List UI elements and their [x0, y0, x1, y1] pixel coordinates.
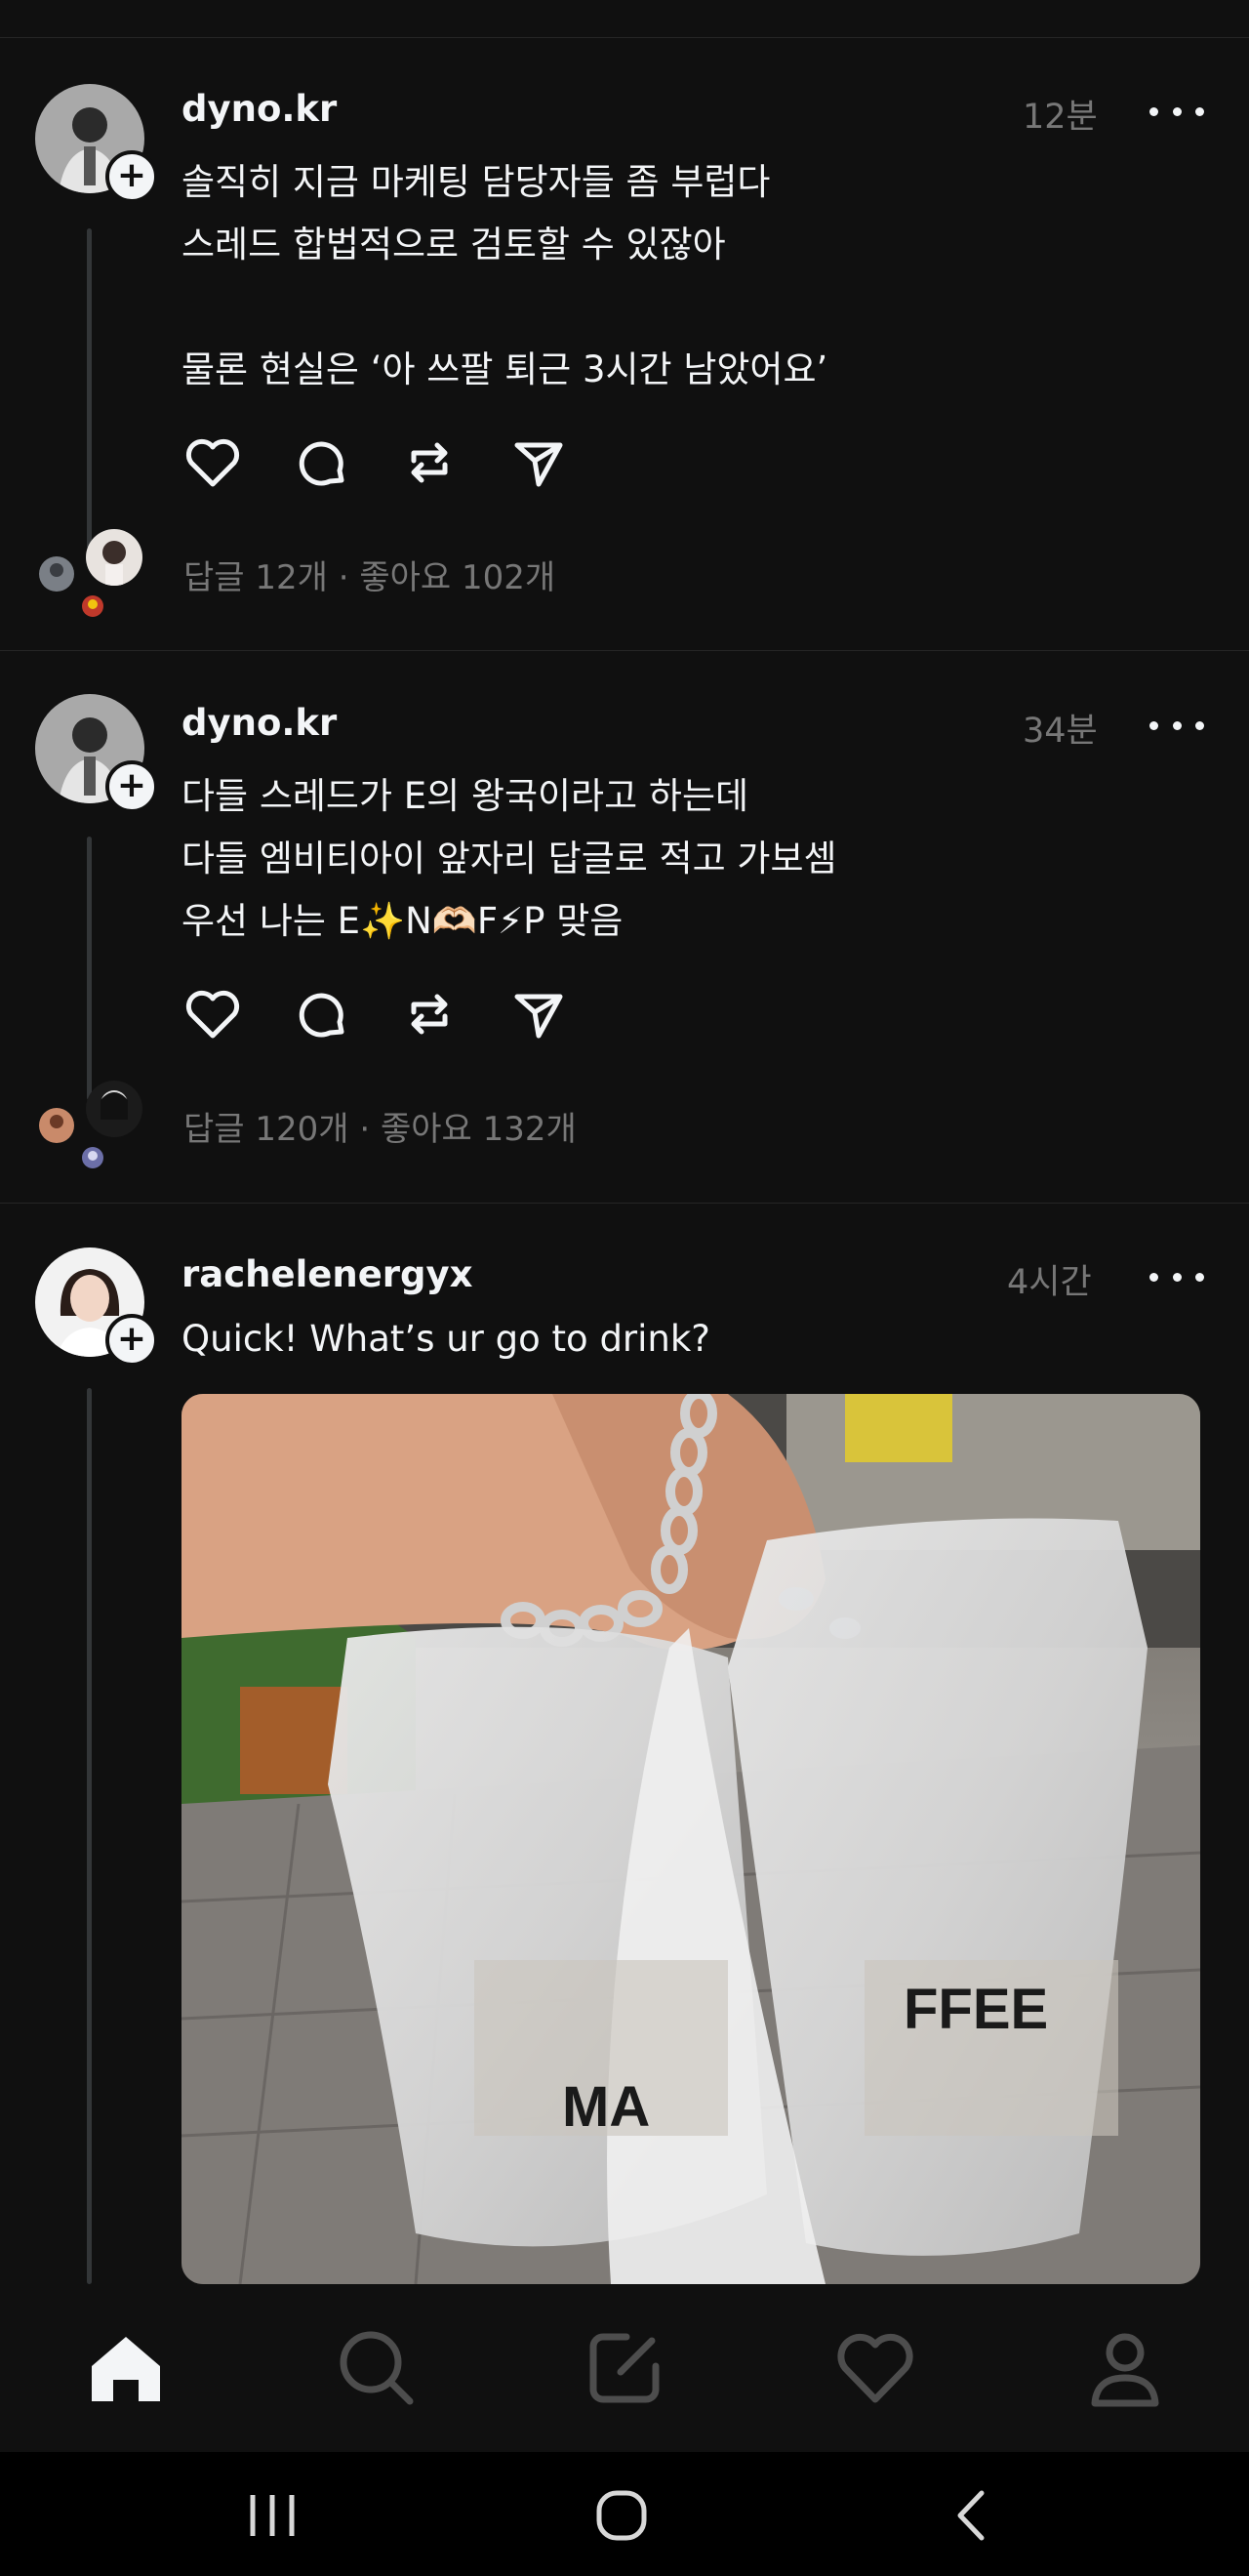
author-username[interactable]: dyno.kr [181, 88, 337, 130]
author-username[interactable]: dyno.kr [181, 702, 337, 744]
system-navigation-bar [0, 2452, 1249, 2576]
post-text-line: 물론 현실은 ‘아 쓰팔 퇴근 3시간 남았어요’ [181, 348, 828, 390]
repost-icon[interactable] [398, 431, 461, 494]
post-text-line: 우선 나는 E✨N🫶🏻F⚡P 맞음 [181, 900, 624, 942]
search-icon[interactable] [332, 2323, 420, 2411]
post-text-line: 솔직히 지금 마케팅 담당자들 좀 부럽다 [181, 161, 771, 203]
post-time: 34분 [1023, 712, 1098, 751]
replier-avatar [39, 556, 74, 592]
more-options-button[interactable] [1149, 102, 1204, 121]
post-text-line: 다들 스레드가 E의 왕국이라고 하는데 [181, 775, 749, 817]
compose-icon[interactable] [582, 2323, 669, 2411]
post-time: 4시간 [1007, 1263, 1092, 1302]
back-icon[interactable] [939, 2481, 1007, 2550]
share-icon[interactable] [507, 983, 570, 1045]
status-area [0, 0, 1249, 38]
activity-heart-icon[interactable] [831, 2323, 919, 2411]
author-username[interactable]: rachelenergyx [181, 1253, 473, 1295]
replier-avatar [86, 529, 142, 586]
home-circle-icon[interactable] [587, 2481, 656, 2550]
thread-line [87, 228, 92, 549]
thread-line [87, 837, 92, 1100]
thread-post[interactable]: + dyno.kr 12분 솔직히 지금 마케팅 담당자들 좀 부럽다 스레드 … [0, 37, 1249, 651]
cup-print-text: FFEE [904, 1978, 1048, 2041]
thread-post[interactable]: + dyno.kr 34분 다들 스레드가 E의 왕국이라고 하는데 다들 엠비… [0, 651, 1249, 1204]
heart-icon[interactable] [181, 983, 244, 1045]
replier-avatar [86, 1081, 142, 1137]
recents-icon[interactable] [238, 2481, 306, 2550]
comment-icon[interactable] [291, 431, 353, 494]
post-text-line: 스레드 합법적으로 검토할 수 있잖아 [181, 224, 726, 266]
home-icon[interactable] [82, 2323, 170, 2411]
repost-icon[interactable] [398, 983, 461, 1045]
bottom-navigation [0, 2284, 1249, 2452]
replier-avatar [39, 1108, 74, 1143]
post-text-line: Quick! What’s ur go to drink? [181, 1318, 710, 1360]
follow-plus-icon[interactable]: + [105, 760, 158, 813]
post-text-line: 다들 엠비티아이 앞자리 답글로 적고 가보셈 [181, 838, 837, 879]
author-avatar[interactable]: + [35, 84, 158, 203]
post-image[interactable]: MA FFEE [181, 1394, 1200, 2284]
follow-plus-icon[interactable]: + [105, 1314, 158, 1367]
author-avatar[interactable]: + [35, 694, 158, 813]
author-avatar[interactable]: + [35, 1247, 158, 1367]
follow-plus-icon[interactable]: + [105, 150, 158, 203]
more-options-button[interactable] [1149, 716, 1204, 735]
cup-print-text: MA [562, 2075, 650, 2139]
comment-icon[interactable] [291, 983, 353, 1045]
replier-avatar [82, 595, 103, 617]
more-options-button[interactable] [1149, 1267, 1204, 1287]
post-stats[interactable]: 답글 12개 · 좋아요 102개 [183, 551, 555, 598]
post-stats[interactable]: 답글 120개 · 좋아요 132개 [183, 1102, 577, 1150]
heart-icon[interactable] [181, 431, 244, 494]
profile-icon[interactable] [1081, 2323, 1169, 2411]
replier-avatar [82, 1147, 103, 1168]
post-time: 12분 [1023, 98, 1098, 137]
thread-line [87, 1388, 92, 2284]
share-icon[interactable] [507, 431, 570, 494]
